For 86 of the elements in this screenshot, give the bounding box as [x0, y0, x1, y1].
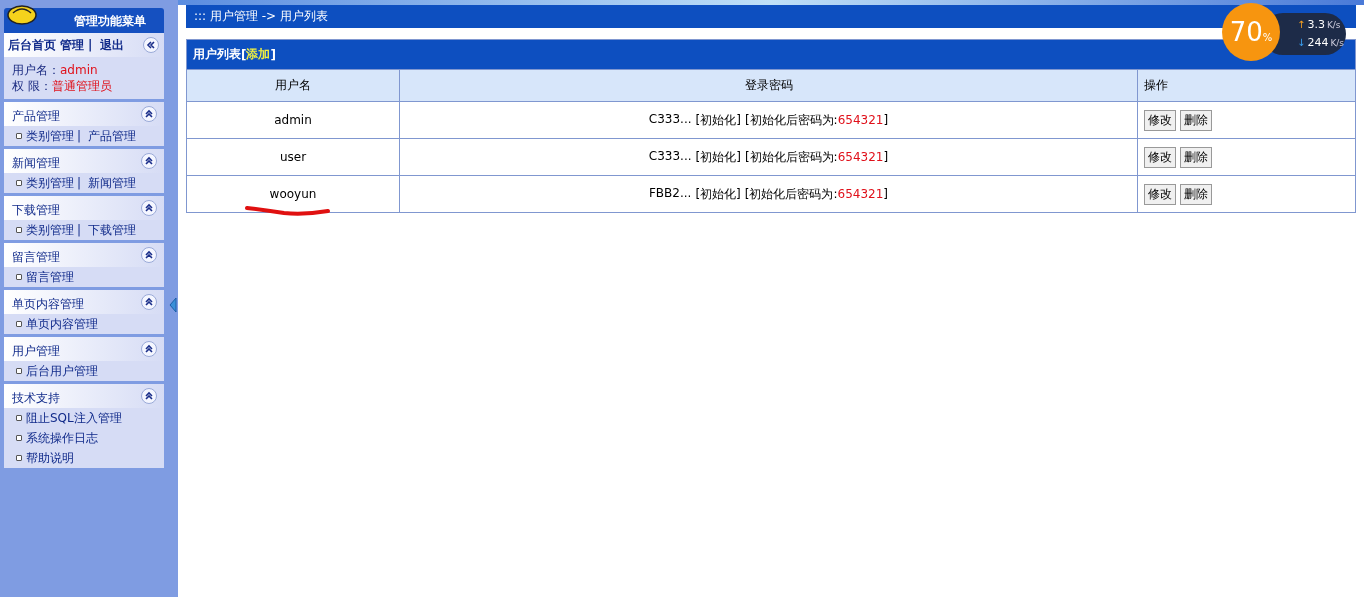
section-header[interactable]: 产品管理 — [4, 102, 164, 126]
edit-button[interactable]: 修改 — [1144, 109, 1176, 131]
speed-unit: K/s — [1330, 37, 1344, 50]
reset-link[interactable]: [初始化] — [695, 111, 741, 129]
reset-password-note: [初始化后密码为:654321] — [744, 148, 889, 166]
menu-link[interactable]: 类别管理 — [26, 174, 74, 192]
edit-button[interactable]: 修改 — [1144, 183, 1176, 205]
collapse-icon[interactable] — [141, 106, 157, 122]
edit-button[interactable]: 修改 — [1144, 146, 1176, 168]
add-link[interactable]: 添加 — [246, 46, 271, 63]
collapse-icon[interactable] — [141, 247, 157, 263]
separator-text: | — [88, 38, 93, 52]
password-hash: FBB2... — [648, 185, 692, 202]
section-title: 单页内容管理 — [12, 295, 84, 313]
collapse-icon[interactable] — [143, 37, 159, 53]
download-arrow-icon: ↓ — [1297, 34, 1306, 52]
logo-icon — [6, 2, 40, 26]
collapse-icon[interactable] — [141, 341, 157, 357]
reset-password-note: [初始化后密码为:654321] — [744, 185, 889, 203]
bullet-icon — [16, 180, 22, 186]
separator-text: | — [77, 223, 82, 237]
bullet-icon — [16, 415, 22, 421]
section-title: 产品管理 — [12, 107, 60, 125]
password-hash: C333... — [648, 148, 692, 165]
table-cell: admin — [187, 101, 400, 139]
column-header: 操作 — [1137, 69, 1355, 102]
separator-text: | — [77, 176, 82, 190]
menu-link[interactable]: 阻止SQL注入管理 — [26, 409, 122, 427]
delete-button[interactable]: 删除 — [1180, 109, 1212, 131]
bracket-text: [ — [241, 47, 247, 62]
usage-percent: 70 — [1229, 17, 1263, 47]
bullet-icon — [16, 455, 22, 461]
bullet-icon — [16, 435, 22, 441]
reset-link[interactable]: [初始化] — [695, 185, 741, 203]
bullet-icon — [16, 133, 22, 139]
user-info-label: 用户名： — [12, 63, 60, 77]
menu-link[interactable]: 下载管理 — [88, 221, 137, 239]
section-header[interactable]: 技术支持 — [4, 384, 164, 408]
menu-link[interactable]: 产品管理 — [88, 127, 137, 145]
password-hash: C333... — [648, 111, 692, 128]
menu-link[interactable]: 退出 — [100, 36, 125, 54]
upload-arrow-icon: ↑ — [1297, 16, 1306, 34]
bracket-text: ] — [270, 47, 276, 62]
bullet-icon — [16, 321, 22, 327]
column-header: 登录密码 — [399, 69, 1138, 102]
download-speed: 244 — [1307, 35, 1329, 51]
table-cell: wooyun — [187, 175, 400, 212]
upload-speed: 3.3 — [1307, 17, 1325, 33]
section-header[interactable]: 下载管理 — [4, 196, 164, 220]
panel-title: 用户列表 — [193, 46, 241, 63]
percent-sign: % — [1262, 31, 1273, 43]
collapse-icon[interactable] — [141, 153, 157, 169]
menu-link[interactable]: 新闻管理 — [88, 174, 137, 192]
user-info-label: 权 限： — [12, 79, 52, 93]
collapse-icon[interactable] — [141, 388, 157, 404]
column-header: 用户名 — [187, 69, 400, 102]
bullet-icon — [16, 227, 22, 233]
menu-link[interactable]: 系统操作日志 — [26, 429, 98, 447]
section-title: 新闻管理 — [12, 154, 60, 172]
delete-button[interactable]: 删除 — [1180, 146, 1212, 168]
bullet-icon — [16, 368, 22, 374]
collapse-icon[interactable] — [141, 294, 157, 310]
table-cell: user — [187, 138, 400, 176]
menu-link[interactable]: 后台首页 — [8, 36, 56, 54]
menu-link[interactable]: 类别管理 — [26, 127, 74, 145]
collapse-icon[interactable] — [141, 200, 157, 216]
section-header[interactable]: 单页内容管理 — [4, 290, 164, 314]
section-header[interactable]: 留言管理 — [4, 243, 164, 267]
bullet-icon — [16, 274, 22, 280]
section-header[interactable]: 用户管理 — [4, 337, 164, 361]
menu-link[interactable]: 类别管理 — [26, 221, 74, 239]
section-title: 用户管理 — [12, 342, 60, 360]
section-title: 下载管理 — [12, 201, 60, 219]
menu-link[interactable]: 帮助说明 — [26, 449, 74, 467]
user-info-value: 普通管理员 — [51, 79, 112, 93]
section-title: 技术支持 — [12, 389, 60, 407]
menu-link[interactable]: 管理 — [60, 36, 84, 54]
separator-text: | — [77, 129, 82, 143]
reset-link[interactable]: [初始化] — [695, 148, 741, 166]
section-title: 留言管理 — [12, 248, 60, 266]
speed-unit: K/s — [1326, 19, 1341, 32]
reset-password-note: [初始化后密码为:654321] — [744, 111, 889, 129]
menu-title: 管理功能菜单 — [74, 13, 146, 30]
delete-button[interactable]: 删除 — [1180, 183, 1212, 205]
section-header[interactable]: 新闻管理 — [4, 149, 164, 173]
user-info-value: admin — [60, 63, 98, 77]
